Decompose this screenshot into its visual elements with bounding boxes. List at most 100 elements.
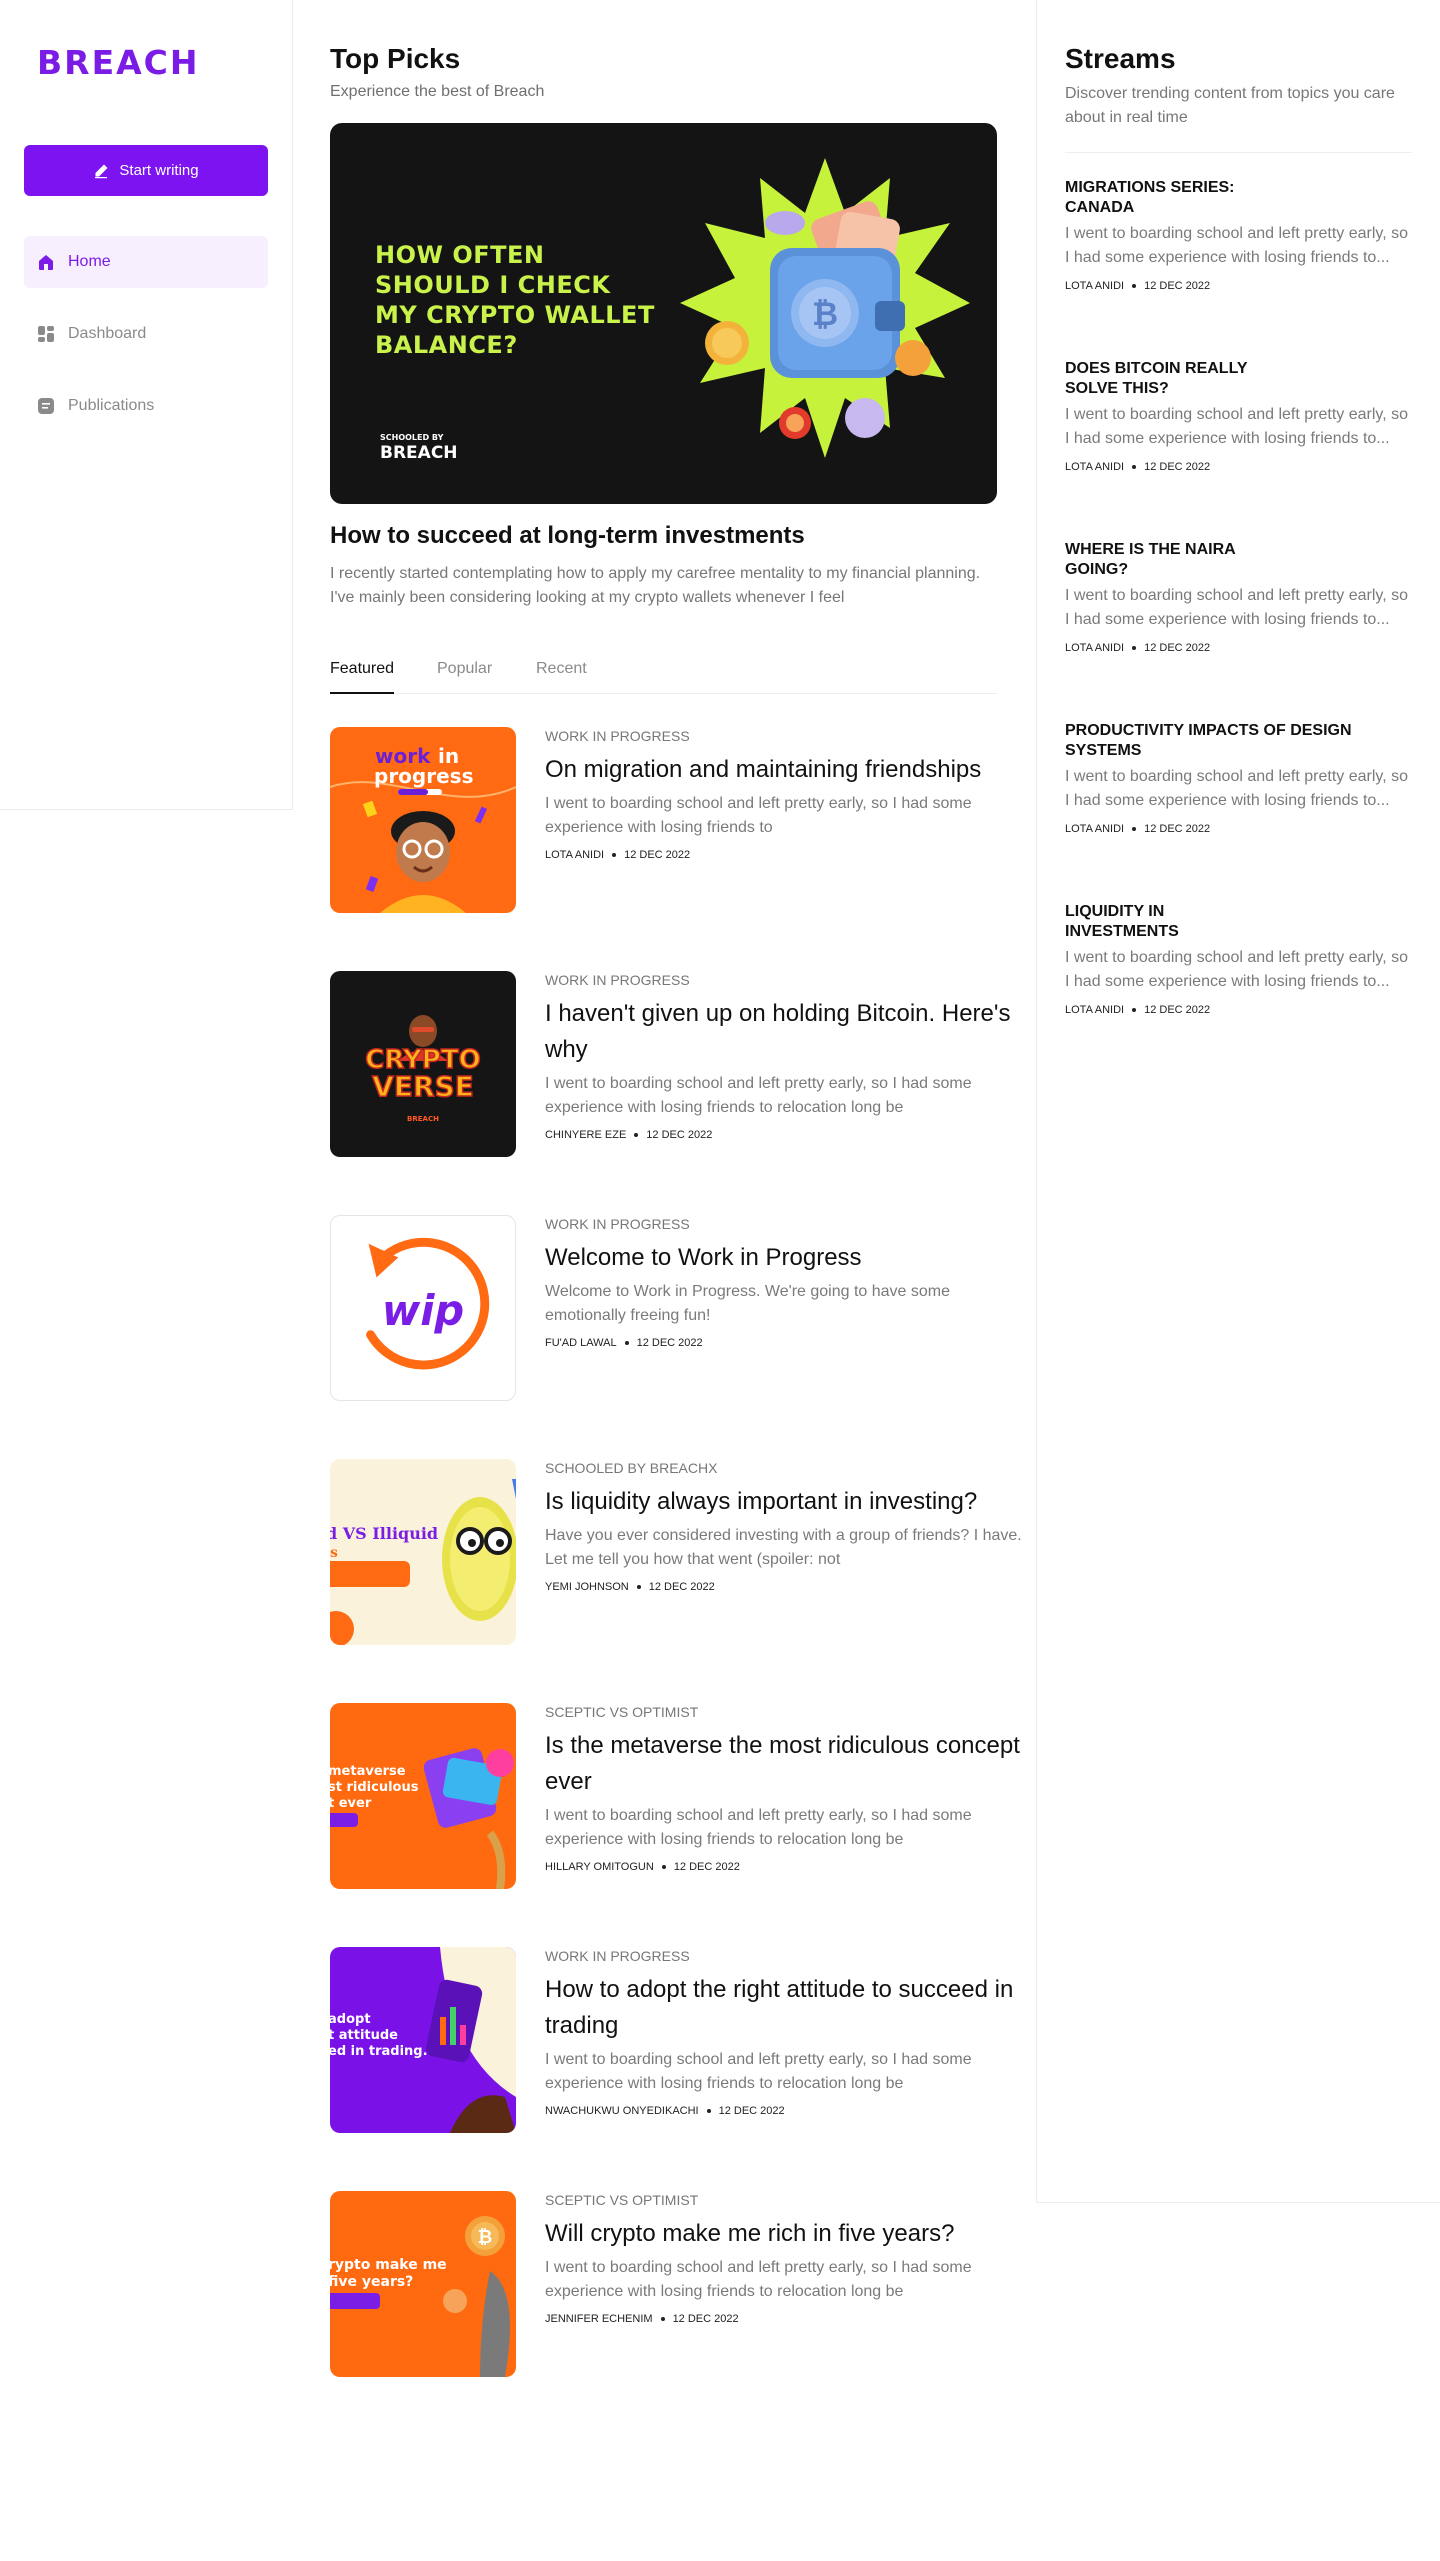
article-title[interactable]: I haven't given up on holding Bitcoin. H… xyxy=(545,996,1030,1068)
stream-author[interactable]: LOTA ANIDI xyxy=(1065,823,1124,835)
brand-logo[interactable]: BREACH xyxy=(37,43,199,82)
stream-title[interactable]: DOES BITCOIN REALLY SOLVE THIS? xyxy=(1065,359,1295,399)
article-category[interactable]: WORK IN PROGRESS xyxy=(545,1216,1030,1232)
stream-meta: LOTA ANIDI 12 DEC 2022 xyxy=(1065,280,1415,292)
article-author[interactable]: JENNIFER ECHENIM xyxy=(545,2313,653,2325)
article-title[interactable]: Will crypto make me rich in five years? xyxy=(545,2216,1030,2252)
separator-dot xyxy=(661,1865,666,1869)
separator-dot xyxy=(1132,1008,1137,1012)
article-title[interactable]: Welcome to Work in Progress xyxy=(545,1240,1030,1276)
tab-featured[interactable]: Featured xyxy=(330,660,395,694)
page-title: Top Picks xyxy=(330,43,461,74)
separator-dot xyxy=(612,853,617,857)
article-card[interactable]: rypto make me five years? ₿ SCEPTIC VS O… xyxy=(330,2191,1030,2377)
stream-meta: LOTA ANIDI 12 DEC 2022 xyxy=(1065,461,1415,473)
stream-item[interactable]: WHERE IS THE NAIRA GOING? I went to boar… xyxy=(1065,540,1415,654)
svg-text:d VS Illiquid: d VS Illiquid xyxy=(330,1524,438,1543)
hero-badge: SCHOOLED BY BREACH xyxy=(380,433,458,463)
article-date: 12 DEC 2022 xyxy=(718,2105,785,2117)
stream-item[interactable]: PRODUCTIVITY IMPACTS OF DESIGN SYSTEMS I… xyxy=(1065,721,1415,835)
article-meta: JENNIFER ECHENIM 12 DEC 2022 xyxy=(545,2313,1030,2325)
featured-title[interactable]: How to succeed at long-term investments xyxy=(330,522,805,550)
article-meta: NWACHUKWU ONYEDIKACHI 12 DEC 2022 xyxy=(545,2105,1030,2117)
separator-dot xyxy=(706,2109,711,2113)
article-category[interactable]: WORK IN PROGRESS xyxy=(545,1948,1030,1964)
tab-popular[interactable]: Popular xyxy=(437,660,492,694)
tab-recent[interactable]: Recent xyxy=(536,660,587,694)
stream-author[interactable]: LOTA ANIDI xyxy=(1065,1004,1124,1016)
stream-title[interactable]: LIQUIDITY IN INVESTMENTS xyxy=(1065,902,1195,942)
article-author[interactable]: NWACHUKWU ONYEDIKACHI xyxy=(545,2105,699,2117)
article-excerpt: I went to boarding school and left prett… xyxy=(545,2051,972,2092)
article-tabs: Featured Popular Recent xyxy=(330,660,997,694)
article-excerpt: I went to boarding school and left prett… xyxy=(545,795,972,836)
svg-text:metaverse: metaverse xyxy=(330,1764,406,1779)
stream-excerpt: I went to boarding school and left prett… xyxy=(1065,949,1409,990)
article-title[interactable]: Is liquidity always important in investi… xyxy=(545,1484,1030,1520)
hero-badge-brand: BREACH xyxy=(380,443,458,463)
article-date: 12 DEC 2022 xyxy=(636,1337,703,1349)
article-card[interactable]: work in progress WORK IN PROGRESS On mig… xyxy=(330,727,1030,913)
divider xyxy=(1065,152,1412,153)
article-card[interactable]: adopt t attitude ed in trading. WORK IN … xyxy=(330,1947,1030,2133)
sidebar-item-label: Home xyxy=(68,253,111,270)
separator-dot xyxy=(634,1133,639,1137)
stream-title[interactable]: MIGRATIONS SERIES: CANADA xyxy=(1065,178,1295,218)
svg-text:VERSE: VERSE xyxy=(372,1070,474,1103)
article-meta: LOTA ANIDI 12 DEC 2022 xyxy=(545,849,1030,861)
svg-text:BREACH: BREACH xyxy=(407,1115,439,1123)
article-category[interactable]: WORK IN PROGRESS xyxy=(545,728,1030,744)
start-writing-button[interactable]: Start writing xyxy=(24,145,268,196)
article-title[interactable]: Is the metaverse the most ridiculous con… xyxy=(545,1728,1030,1800)
sidebar-item-publications[interactable]: Publications xyxy=(24,380,268,432)
article-category[interactable]: SCHOOLED BY BREACHX xyxy=(545,1460,1030,1476)
article-title[interactable]: On migration and maintaining friendships xyxy=(545,752,1030,788)
sidebar-item-label: Dashboard xyxy=(68,325,147,342)
svg-text:adopt: adopt xyxy=(330,2012,371,2027)
sidebar-item-dashboard[interactable]: Dashboard xyxy=(24,308,268,360)
streams-subtitle: Discover trending content from topics yo… xyxy=(1065,85,1395,126)
article-thumbnail: rypto make me five years? ₿ xyxy=(330,2191,516,2377)
article-body: SCHOOLED BY BREACHX Is liquidity always … xyxy=(545,1459,1030,1593)
article-title[interactable]: How to adopt the right attitude to succe… xyxy=(545,1972,1030,2044)
stream-title[interactable]: PRODUCTIVITY IMPACTS OF DESIGN SYSTEMS xyxy=(1065,721,1355,761)
stream-date: 12 DEC 2022 xyxy=(1144,461,1211,473)
article-date: 12 DEC 2022 xyxy=(624,849,691,861)
stream-item[interactable]: MIGRATIONS SERIES: CANADA I went to boar… xyxy=(1065,178,1415,292)
article-body: WORK IN PROGRESS Welcome to Work in Prog… xyxy=(545,1215,1030,1349)
article-meta: YEMI JOHNSON 12 DEC 2022 xyxy=(545,1581,1030,1593)
article-card[interactable]: CRYPTO VERSE BREACH WORK IN PROGRESS I h… xyxy=(330,971,1030,1157)
svg-text:t ever: t ever xyxy=(330,1796,372,1811)
article-body: SCEPTIC VS OPTIMIST Will crypto make me … xyxy=(545,2191,1030,2325)
stream-item[interactable]: DOES BITCOIN REALLY SOLVE THIS? I went t… xyxy=(1065,359,1415,473)
wip-logo-illustration: wip xyxy=(366,1237,490,1370)
article-body: WORK IN PROGRESS I haven't given up on h… xyxy=(545,971,1030,1141)
stream-author[interactable]: LOTA ANIDI xyxy=(1065,461,1124,473)
hero-banner[interactable]: HOW OFTEN SHOULD I CHECK MY CRYPTO WALLE… xyxy=(330,123,997,504)
article-author[interactable]: LOTA ANIDI xyxy=(545,849,604,861)
stream-item[interactable]: LIQUIDITY IN INVESTMENTS I went to board… xyxy=(1065,902,1415,1016)
article-card[interactable]: wip WORK IN PROGRESS Welcome to Work in … xyxy=(330,1215,1030,1401)
stream-author[interactable]: LOTA ANIDI xyxy=(1065,280,1124,292)
separator-dot xyxy=(1132,465,1137,469)
article-author[interactable]: FU'AD LAWAL xyxy=(545,1337,617,1349)
stream-title[interactable]: WHERE IS THE NAIRA GOING? xyxy=(1065,540,1295,580)
hero-headline: HOW OFTEN SHOULD I CHECK MY CRYPTO WALLE… xyxy=(375,241,655,359)
article-body: WORK IN PROGRESS How to adopt the right … xyxy=(545,1947,1030,2117)
article-card[interactable]: d VS Illiquid s SCHOOLED BY BREACHX Is l… xyxy=(330,1459,1030,1645)
separator-dot xyxy=(1132,646,1137,650)
article-author[interactable]: CHINYERE EZE xyxy=(545,1129,626,1141)
article-thumbnail: CRYPTO VERSE BREACH xyxy=(330,971,516,1157)
article-date: 12 DEC 2022 xyxy=(648,1581,715,1593)
article-author[interactable]: YEMI JOHNSON xyxy=(545,1581,629,1593)
stream-author[interactable]: LOTA ANIDI xyxy=(1065,642,1124,654)
article-category[interactable]: SCEPTIC VS OPTIMIST xyxy=(545,2192,1030,2208)
article-category[interactable]: WORK IN PROGRESS xyxy=(545,972,1030,988)
article-category[interactable]: SCEPTIC VS OPTIMIST xyxy=(545,1704,1030,1720)
article-date: 12 DEC 2022 xyxy=(673,1861,740,1873)
article-author[interactable]: HILLARY OMITOGUN xyxy=(545,1861,654,1873)
crypto-rich-illustration: rypto make me five years? ₿ xyxy=(330,2216,510,2377)
article-card[interactable]: metaverse st ridiculous t ever SCEPTIC V… xyxy=(330,1703,1030,1889)
sidebar-item-home[interactable]: Home xyxy=(24,236,268,288)
stream-date: 12 DEC 2022 xyxy=(1144,280,1211,292)
